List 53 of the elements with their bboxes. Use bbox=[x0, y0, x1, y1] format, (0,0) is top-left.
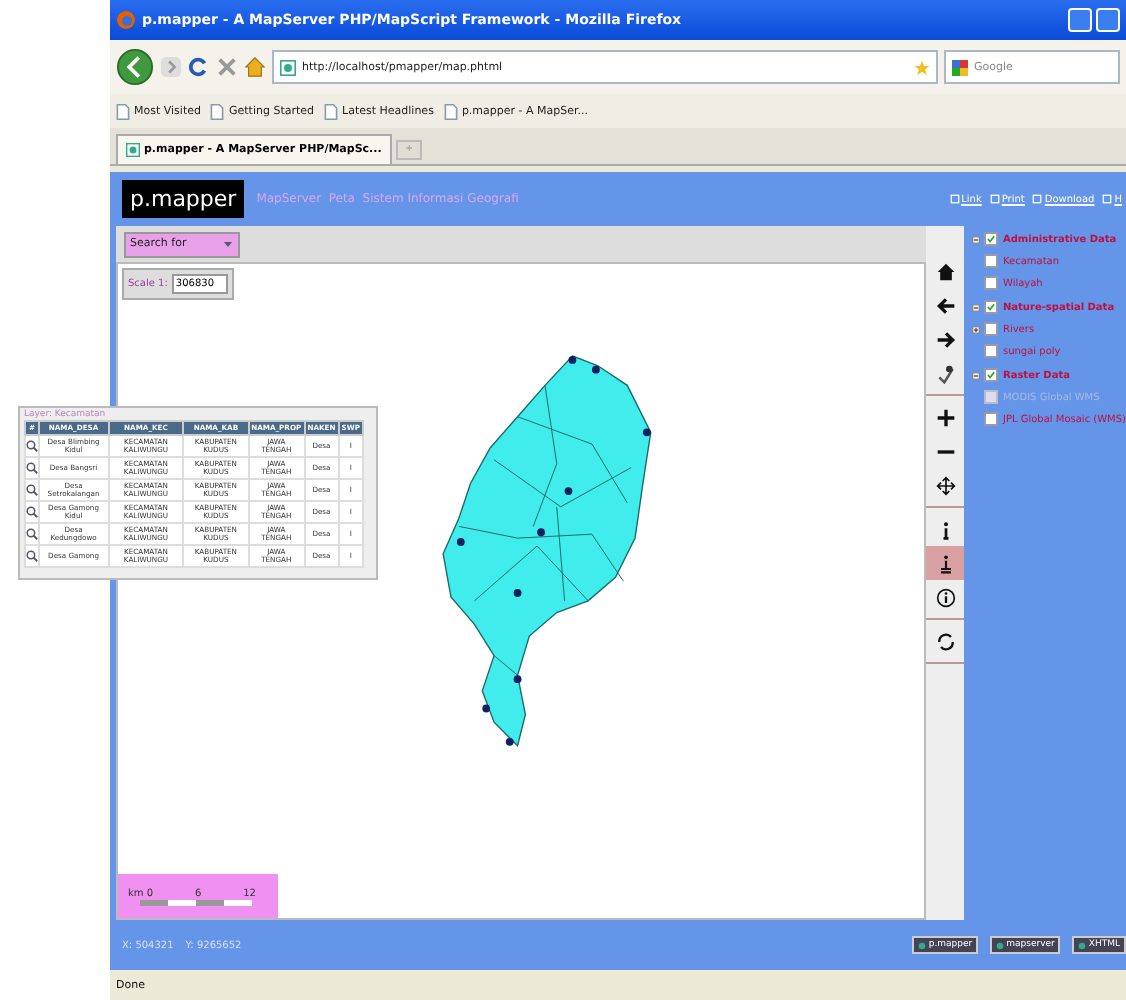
collapse-icon[interactable] bbox=[972, 303, 981, 311]
dot-icon bbox=[996, 941, 1005, 949]
maximize-button[interactable] bbox=[1096, 8, 1120, 32]
zoomin-icon[interactable] bbox=[935, 407, 956, 427]
pan-icon[interactable] bbox=[935, 475, 956, 495]
zoom-to-icon[interactable] bbox=[26, 528, 38, 540]
zoom-to-icon[interactable] bbox=[26, 462, 38, 474]
layer-checkbox[interactable] bbox=[984, 412, 999, 426]
link-icon[interactable] bbox=[989, 194, 1000, 204]
query-tool-button[interactable] bbox=[926, 546, 965, 580]
dot-icon bbox=[1078, 941, 1087, 949]
layer-group-checkbox[interactable] bbox=[984, 368, 999, 382]
collapse-icon[interactable] bbox=[972, 235, 981, 243]
minimize-button[interactable] bbox=[1068, 8, 1092, 32]
dot-icon bbox=[918, 941, 927, 949]
collapse-icon[interactable] bbox=[972, 371, 981, 379]
layer-checkbox[interactable] bbox=[984, 344, 999, 358]
home-icon[interactable] bbox=[935, 261, 956, 281]
layer-group-checkbox[interactable] bbox=[984, 232, 999, 246]
link-icon[interactable] bbox=[1102, 194, 1113, 204]
link-icon[interactable] bbox=[949, 194, 960, 204]
layer-checkbox[interactable] bbox=[984, 254, 999, 268]
back-icon[interactable] bbox=[935, 295, 956, 315]
page-icon[interactable] bbox=[116, 103, 130, 119]
forward-icon[interactable] bbox=[935, 329, 956, 349]
caret-icon[interactable] bbox=[222, 238, 234, 250]
logo: p.mapper bbox=[122, 180, 245, 218]
scale-bar-icon bbox=[140, 899, 252, 905]
zoom-to-icon[interactable] bbox=[26, 440, 38, 452]
page-icon[interactable] bbox=[443, 103, 458, 119]
select-icon[interactable] bbox=[935, 363, 956, 383]
expand-icon[interactable] bbox=[972, 325, 981, 333]
page-icon[interactable] bbox=[324, 103, 339, 119]
star-icon[interactable] bbox=[914, 59, 930, 75]
link-icon[interactable] bbox=[1032, 194, 1043, 204]
layer-checkbox[interactable] bbox=[984, 276, 999, 290]
info-icon[interactable] bbox=[935, 587, 956, 607]
browser-logo-icon bbox=[116, 10, 136, 30]
forward-button-icon[interactable] bbox=[160, 56, 182, 78]
zoom-to-icon[interactable] bbox=[26, 550, 38, 562]
refresh-icon[interactable] bbox=[935, 631, 956, 651]
zoom-to-icon[interactable] bbox=[26, 484, 38, 496]
back-button-icon[interactable] bbox=[116, 48, 154, 86]
page-icon[interactable] bbox=[210, 103, 225, 119]
layer-checkbox[interactable] bbox=[984, 322, 999, 336]
stop-icon[interactable] bbox=[216, 56, 238, 78]
page-icon bbox=[280, 59, 296, 75]
reload-icon[interactable] bbox=[188, 56, 210, 78]
query-icon[interactable] bbox=[935, 553, 956, 573]
page-icon bbox=[126, 142, 140, 158]
zoom-to-icon[interactable] bbox=[26, 506, 38, 518]
layer-group-checkbox[interactable] bbox=[984, 300, 999, 314]
search-engine-icon bbox=[952, 59, 968, 75]
